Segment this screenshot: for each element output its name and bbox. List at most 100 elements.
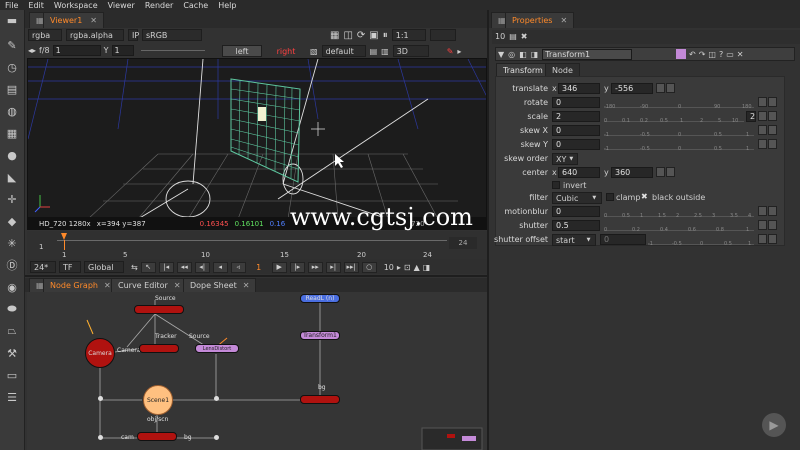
center-x-field[interactable]: 640 xyxy=(558,167,600,178)
tab-transform[interactable]: Transform xyxy=(496,63,550,76)
collapse-icon[interactable]: ▼ xyxy=(498,50,504,59)
current-frame[interactable]: 1 xyxy=(249,263,269,272)
input-process-button[interactable]: IP xyxy=(128,29,139,41)
panel-close-icon[interactable]: ✕ xyxy=(737,50,744,59)
bounce-icon[interactable]: ⇆ xyxy=(131,263,138,272)
node-color-icon[interactable]: ◧ xyxy=(519,50,527,59)
clear-panels-icon[interactable]: ✖ xyxy=(521,32,528,41)
merge-icon[interactable]: ◣ xyxy=(5,170,19,184)
left-view-button[interactable]: left xyxy=(222,45,262,57)
dot-node-4[interactable] xyxy=(214,435,219,440)
motionblur-slider[interactable]: 0 0.5 1 1.5 2 2.5 3 3.5 4 xyxy=(604,206,754,219)
shutter-offset-anim-button[interactable] xyxy=(758,234,767,244)
help-icon[interactable]: ? xyxy=(719,50,723,59)
alpha-dropdown[interactable]: rgba.alpha xyxy=(66,29,124,41)
next-increment-icon[interactable]: ▸▸ xyxy=(307,261,323,273)
time-icon[interactable]: ◷ xyxy=(5,60,19,74)
playhead-marker[interactable] xyxy=(61,233,67,240)
image-icon[interactable]: ▬ xyxy=(5,13,19,27)
play-icon[interactable]: ▶ xyxy=(271,261,287,273)
toolsets-icon[interactable]: ⏢ xyxy=(5,324,19,338)
rotate-curve-button[interactable] xyxy=(768,97,777,107)
fps-dropdown[interactable]: 24* xyxy=(30,261,56,273)
redo-icon[interactable]: ↷ xyxy=(699,50,706,59)
proxy-dropdown[interactable] xyxy=(429,29,456,41)
shutter-offset-field[interactable]: 0 xyxy=(600,234,646,245)
lut-icon[interactable]: ▧ xyxy=(310,47,318,56)
horizontal-divider[interactable] xyxy=(25,275,487,277)
center-anim-button[interactable] xyxy=(656,167,665,177)
scale-field[interactable]: 2 xyxy=(552,111,600,122)
shutter-slider[interactable]: 0 0.2 0.4 0.6 0.8 1 xyxy=(604,220,754,233)
global-dropdown[interactable]: Global xyxy=(84,261,124,273)
cache-icon[interactable]: ◨ xyxy=(423,263,431,272)
translate-curve-button[interactable] xyxy=(666,83,675,93)
plugins-icon[interactable]: ▭ xyxy=(5,368,19,382)
scale-curve-button[interactable] xyxy=(768,111,777,121)
roi-icon[interactable]: ▦ xyxy=(330,30,339,41)
transform-icon[interactable]: ✛ xyxy=(5,192,19,206)
node-graph-canvas[interactable]: Source Tracker Source Camera Camera Lens… xyxy=(27,292,487,450)
shutter-offset-curve-button[interactable] xyxy=(768,234,777,244)
settings-icon[interactable]: ▸ xyxy=(457,47,461,56)
shutter-offset-dropdown[interactable]: start ▼ xyxy=(552,234,596,246)
node-tracker[interactable] xyxy=(139,344,179,353)
fstop-arrows-icon[interactable]: ◂▸ xyxy=(28,46,36,55)
first-frame-icon[interactable]: |◂ xyxy=(158,261,174,273)
scale-anim-button[interactable] xyxy=(758,111,767,121)
color-swatch-icon[interactable] xyxy=(676,49,686,59)
node-card[interactable] xyxy=(300,395,340,404)
node-read[interactable]: ReadL (n) xyxy=(300,294,340,303)
tab-dope-sheet[interactable]: Dope Sheet ✕ xyxy=(183,278,257,292)
next-keyframe-icon[interactable]: ▸| xyxy=(325,261,341,273)
skewx-curve-button[interactable] xyxy=(768,125,777,135)
node-transform[interactable]: Transform1 xyxy=(300,331,340,340)
menu-help[interactable]: Help xyxy=(218,1,236,10)
overlay-icon[interactable]: ▥ xyxy=(381,47,389,56)
tf-dropdown[interactable]: TF xyxy=(59,261,81,273)
clamp-checkbox[interactable] xyxy=(606,193,614,201)
wipe-icon[interactable]: ✎ xyxy=(447,47,454,56)
node-name-field[interactable]: Transform1 xyxy=(542,49,633,60)
audio-icon[interactable]: ▲ xyxy=(414,263,420,272)
skewy-anim-button[interactable] xyxy=(758,139,767,149)
max-panels-field[interactable]: 10 xyxy=(495,32,505,41)
motionblur-anim-button[interactable] xyxy=(758,206,767,216)
close-icon[interactable]: ✕ xyxy=(90,16,97,25)
node-lens-distort[interactable]: LensDistort xyxy=(195,344,239,353)
roi2-icon[interactable]: ◫ xyxy=(343,30,352,41)
channels-dropdown[interactable]: rgba xyxy=(28,29,62,41)
3d-icon[interactable]: ◆ xyxy=(5,214,19,228)
skew-order-dropdown[interactable]: XY ▼ xyxy=(552,153,578,165)
last-frame-icon[interactable]: ▸▸| xyxy=(343,261,359,273)
scale-dimension-button[interactable]: 2 xyxy=(746,111,756,122)
refresh-icon[interactable]: ⟳ xyxy=(357,30,365,41)
dot-node-1[interactable] xyxy=(98,396,103,401)
dot-node-3[interactable] xyxy=(98,435,103,440)
view-mode-dropdown[interactable]: 3D xyxy=(392,45,429,57)
deep-icon[interactable]: Ⓓ xyxy=(5,258,19,272)
menu-viewer[interactable]: Viewer xyxy=(108,1,135,10)
gamma-slider[interactable] xyxy=(140,50,205,51)
shutter-curve-button[interactable] xyxy=(768,220,777,230)
center-node-icon[interactable]: ◎ xyxy=(508,50,515,59)
node-camera[interactable]: Camera xyxy=(85,338,115,368)
rotate-field[interactable]: 0 xyxy=(552,97,600,108)
skewy-curve-button[interactable] xyxy=(768,139,777,149)
play-back-icon[interactable]: ◂ xyxy=(212,261,228,273)
undo-icon[interactable]: ↶ xyxy=(689,50,696,59)
vertical-divider[interactable] xyxy=(487,10,489,450)
menu-cache[interactable]: Cache xyxy=(183,1,208,10)
step-forward-icon[interactable]: |▸ xyxy=(289,261,305,273)
frame-back-icon[interactable]: ↖ xyxy=(140,261,156,273)
keyer-icon[interactable]: ● xyxy=(5,148,19,162)
filter-icon[interactable]: ▦ xyxy=(5,126,19,140)
motionblur-field[interactable]: 0 xyxy=(552,206,600,217)
tab-properties[interactable]: Properties ✕ xyxy=(505,12,575,28)
skewy-field[interactable]: 0 xyxy=(552,139,600,150)
node-scene[interactable]: Scene1 xyxy=(143,385,173,415)
gain-field[interactable]: 1 xyxy=(52,45,101,56)
paint-icon[interactable]: ✎ xyxy=(5,38,19,52)
skewx-field[interactable]: 0 xyxy=(552,125,600,136)
skewx-slider[interactable]: -1 -0.5 0 0.5 1 xyxy=(604,125,754,138)
